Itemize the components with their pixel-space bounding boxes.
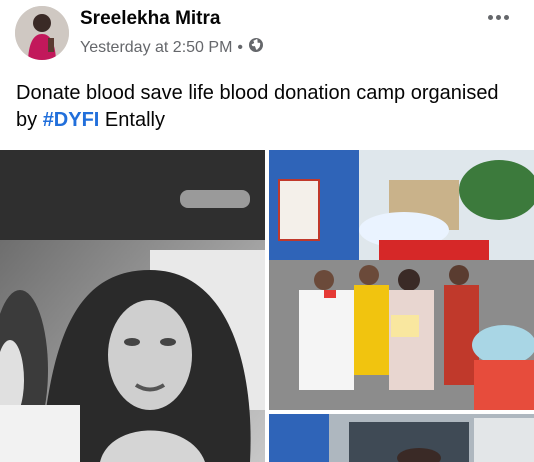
meta-separator: • (237, 38, 243, 56)
photo-donation-camp[interactable] (269, 150, 534, 410)
globe-icon (248, 37, 264, 58)
post-text-end: Entally (99, 109, 165, 131)
post-timestamp[interactable]: Yesterday at 2:50 PM (80, 39, 232, 57)
author-name[interactable]: Sreelekha Mitra (80, 8, 220, 30)
post-header: Sreelekha Mitra Yesterday at 2:50 PM • (0, 0, 534, 70)
post-text: Donate blood save life blood donation ca… (16, 80, 516, 134)
photo-portrait[interactable] (0, 150, 265, 462)
more-options-icon-dot (503, 14, 509, 20)
more-options-button[interactable] (480, 6, 516, 28)
more-options-icon (487, 14, 493, 20)
post-meta: Yesterday at 2:50 PM • (80, 37, 264, 58)
hashtag-link[interactable]: #DYFI (43, 109, 100, 131)
photo-donation-room[interactable] (269, 414, 534, 462)
more-options-icon-dot (495, 14, 501, 20)
author-avatar[interactable] (15, 6, 69, 60)
